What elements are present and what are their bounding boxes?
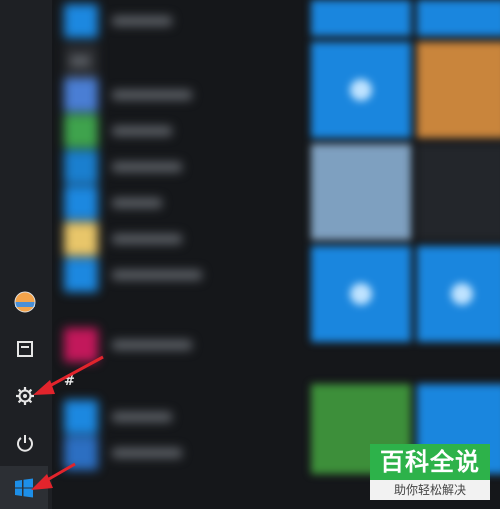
live-tiles [305,0,500,509]
tile[interactable] [417,0,500,36]
list-item[interactable] [64,114,294,148]
watermark-title: 百科全说 [370,444,490,480]
watermark-subtitle: 助你轻松解决 [370,480,490,500]
windows-start-menu: # 百科全说 助你轻松解决 [0,0,500,509]
list-item[interactable] [64,258,294,292]
tile[interactable] [417,144,500,240]
watermark: 百科全说 助你轻松解决 [370,444,490,500]
list-item[interactable] [64,44,294,78]
list-item[interactable] [64,222,294,256]
app-list [52,0,302,470]
tile[interactable] [311,144,411,240]
gear-icon [16,387,34,405]
tile[interactable] [311,246,411,342]
start-button[interactable] [0,466,48,509]
avatar-icon [14,291,36,313]
power-button[interactable] [10,428,40,458]
section-letter-hash: # [64,374,75,389]
list-item[interactable] [64,328,294,362]
document-icon [17,341,33,357]
list-item[interactable] [64,78,294,112]
tile[interactable] [311,0,411,36]
list-item[interactable] [64,4,294,38]
settings-button[interactable] [10,381,40,411]
start-menu-rail [0,0,52,509]
tile[interactable] [417,42,500,138]
list-item[interactable] [64,150,294,184]
tile[interactable] [417,246,500,342]
power-icon [17,435,33,452]
tile[interactable] [311,42,411,138]
list-item[interactable] [64,400,294,434]
list-item[interactable] [64,186,294,220]
windows-logo-icon [15,478,33,498]
user-avatar[interactable] [10,287,40,317]
list-item[interactable] [64,436,294,470]
documents-button[interactable] [10,334,40,364]
